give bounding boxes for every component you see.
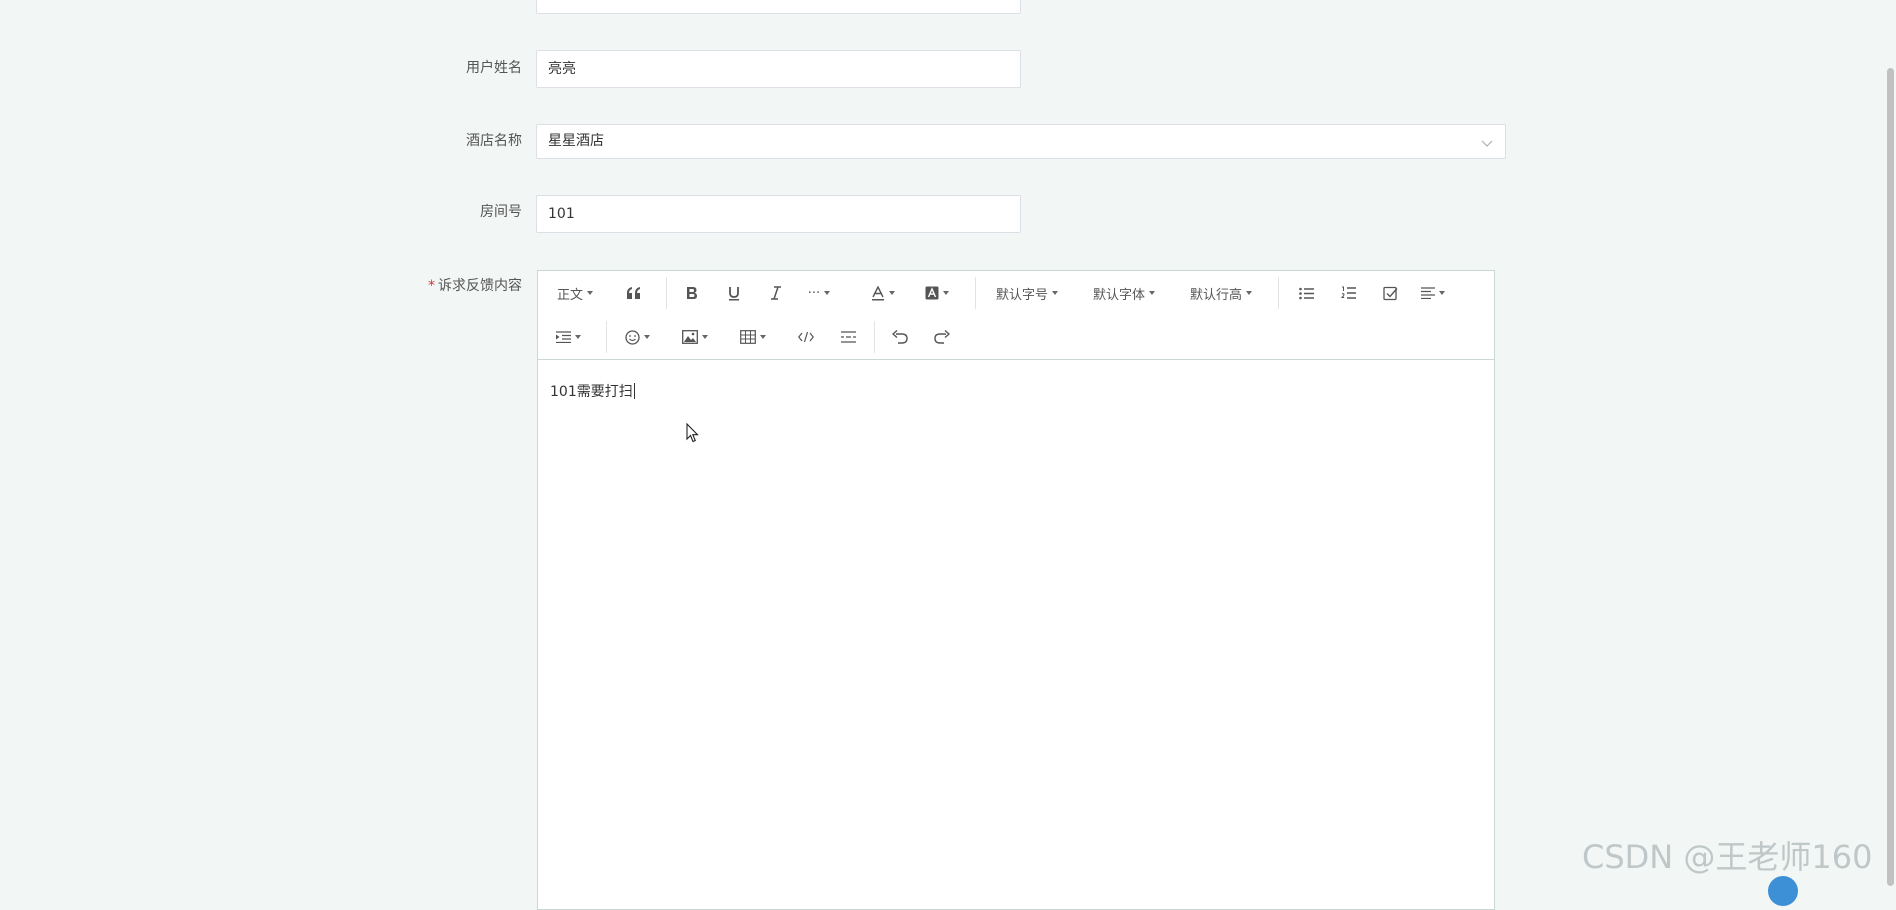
watermark: CSDN @王老师160: [1582, 838, 1873, 876]
numbered-list-icon: [1340, 286, 1356, 299]
bullet-list-button[interactable]: [1292, 279, 1320, 307]
background-color-icon: [925, 286, 939, 300]
italic-button[interactable]: [762, 279, 790, 307]
paragraph-label: 正文: [556, 287, 583, 303]
todo-button[interactable]: [1376, 279, 1404, 307]
toolbar-separator: [874, 321, 875, 353]
font-family-label: 默认字体: [1092, 287, 1145, 303]
align-icon: [1421, 287, 1435, 299]
underline-icon: [729, 286, 739, 300]
caret-icon: [943, 291, 949, 295]
redo-button[interactable]: [928, 323, 956, 351]
room-number-input[interactable]: 101: [536, 195, 1021, 233]
font-size-dropdown[interactable]: 默认字号: [992, 279, 1062, 307]
divider-icon: [840, 331, 856, 343]
font-color-icon: [872, 285, 884, 300]
table-button[interactable]: [738, 323, 768, 351]
caret-icon: [1149, 291, 1155, 295]
code-button[interactable]: [792, 323, 820, 351]
image-button[interactable]: [680, 323, 710, 351]
caret-icon: [587, 291, 593, 295]
feedback-label: * 诉求反馈内容: [342, 276, 522, 296]
mouse-cursor-icon: [686, 423, 699, 443]
paragraph-dropdown[interactable]: 正文: [552, 279, 598, 307]
indent-button[interactable]: [552, 323, 584, 351]
align-button[interactable]: [1418, 279, 1448, 307]
indent-icon: [555, 331, 571, 343]
toolbar-separator: [666, 277, 667, 309]
bullet-list-icon: [1298, 287, 1314, 299]
caret-icon: [702, 335, 708, 339]
user-name-input[interactable]: 亮亮: [536, 50, 1021, 88]
font-family-dropdown[interactable]: 默认字体: [1089, 279, 1159, 307]
toolbar-separator: [1278, 277, 1279, 309]
more-styles-button[interactable]: ···: [802, 279, 836, 307]
caret-icon: [1439, 291, 1445, 295]
caret-icon: [824, 291, 831, 295]
table-icon: [740, 330, 756, 344]
bold-button[interactable]: [678, 279, 706, 307]
editor-content[interactable]: 101需要打扫: [550, 381, 635, 401]
rich-text-editor: 正文 ··· 默认字号 默认字体 默认行高 101需要打扫: [537, 270, 1495, 910]
hotel-name-value: 星星酒店: [548, 133, 604, 149]
caret-icon: [760, 335, 766, 339]
undo-icon: [892, 330, 908, 344]
redo-icon: [934, 330, 950, 344]
background-color-button[interactable]: [922, 279, 952, 307]
chevron-down-icon: [1481, 140, 1493, 147]
quote-button[interactable]: [620, 279, 648, 307]
caret-icon: [574, 335, 581, 339]
emoji-button[interactable]: [622, 323, 652, 351]
toolbar-row-2: [538, 315, 1494, 359]
divider-button[interactable]: [834, 323, 862, 351]
code-icon: [798, 331, 814, 343]
bold-icon: [687, 287, 697, 299]
numbered-list-button[interactable]: [1334, 279, 1362, 307]
underline-button[interactable]: [720, 279, 748, 307]
image-icon: [682, 330, 698, 344]
room-number-label: 房间号: [480, 204, 522, 220]
top-input-partial[interactable]: [536, 0, 1021, 14]
hotel-name-select[interactable]: 星星酒店: [536, 124, 1506, 159]
user-name-value: 亮亮: [548, 61, 576, 77]
feedback-label-text: 诉求反馈内容: [438, 278, 522, 294]
toolbar-separator: [606, 321, 607, 353]
floating-action-button[interactable]: [1768, 876, 1798, 906]
caret-icon: [889, 291, 895, 295]
undo-button[interactable]: [886, 323, 914, 351]
todo-icon: [1382, 286, 1398, 300]
editor-toolbar: 正文 ··· 默认字号 默认字体 默认行高: [538, 271, 1494, 360]
caret-icon: [643, 335, 650, 339]
scrollbar-track[interactable]: [1886, 0, 1896, 886]
required-mark: *: [428, 278, 435, 294]
toolbar-separator: [975, 277, 976, 309]
italic-icon: [771, 286, 781, 300]
caret-icon: [1052, 291, 1058, 295]
line-height-dropdown[interactable]: 默认行高: [1186, 279, 1256, 307]
toolbar-row-1: 正文 ··· 默认字号 默认字体 默认行高: [538, 271, 1494, 315]
text-cursor: [633, 383, 635, 399]
caret-icon: [1246, 291, 1252, 295]
emoji-icon: [624, 329, 640, 345]
font-size-label: 默认字号: [995, 287, 1048, 303]
hotel-name-label: 酒店名称: [466, 133, 522, 149]
user-name-label: 用户姓名: [466, 60, 522, 76]
font-color-button[interactable]: [868, 279, 898, 307]
scrollbar-thumb[interactable]: [1887, 68, 1894, 886]
editor-content-text: 101需要打扫: [550, 384, 633, 400]
room-number-value: 101: [548, 206, 575, 222]
quote-icon: [627, 287, 640, 299]
more-label: ···: [807, 285, 821, 301]
line-height-label: 默认行高: [1189, 287, 1242, 303]
